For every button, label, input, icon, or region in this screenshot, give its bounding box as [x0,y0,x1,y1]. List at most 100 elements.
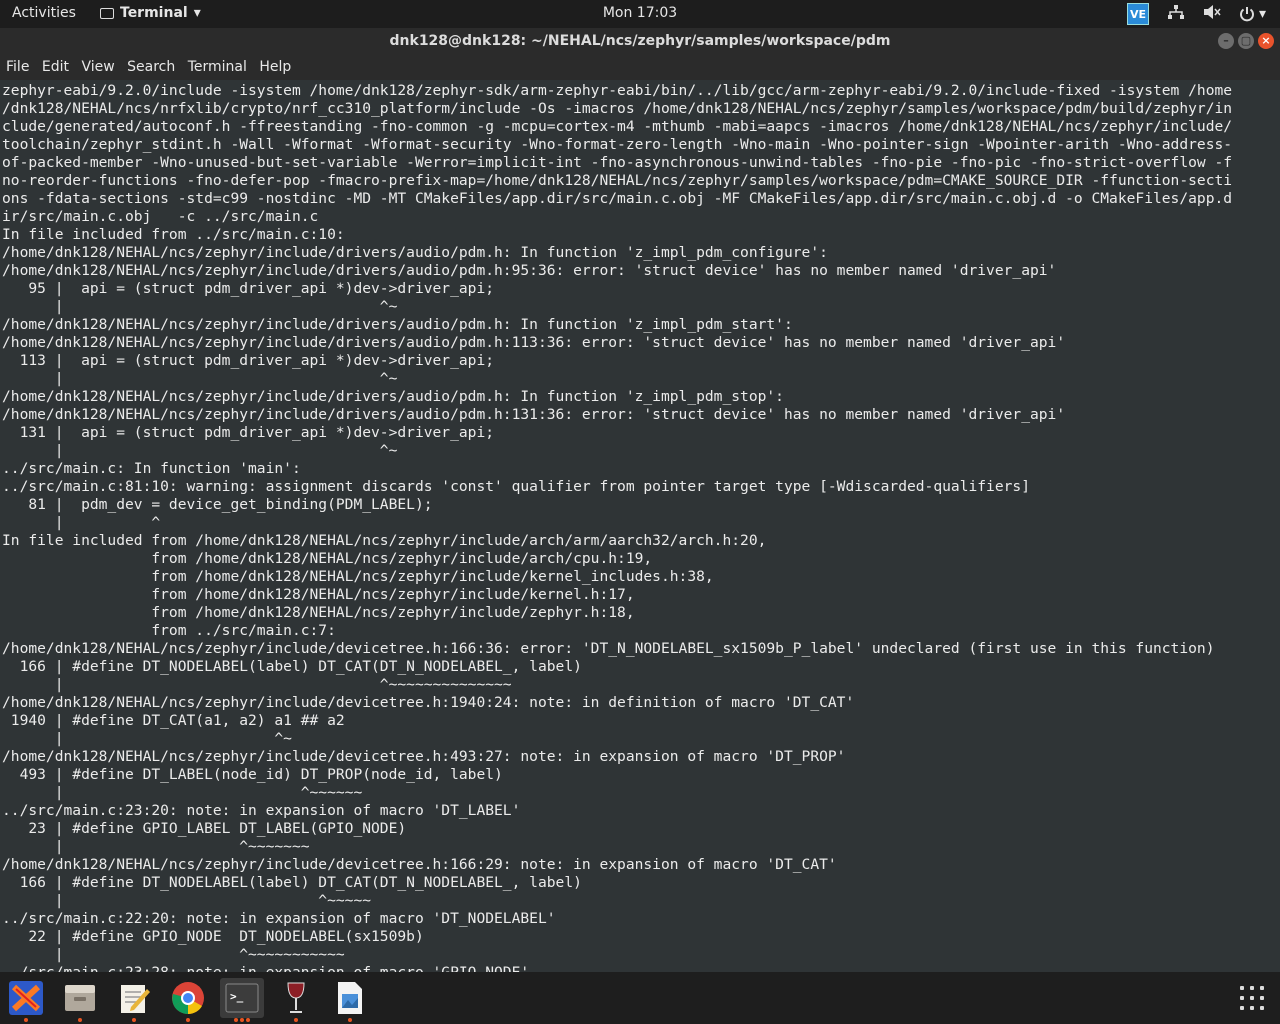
terminal-line: ../src/main.c:81:10: warning: assignment… [2,478,1030,495]
vpn-app-icon[interactable]: VE [1126,3,1149,25]
terminal-line: 166 | #define DT_NODELABEL(label) DT_CAT… [2,874,582,891]
running-indicator [132,1018,136,1022]
maximize-button[interactable]: ▢ [1238,33,1254,49]
terminal-line: clude/generated/autoconf.h -ffreestandin… [2,118,1233,135]
terminal-app-icon [100,7,114,19]
chevron-down-icon: ▾ [1258,6,1266,22]
terminal-line: /home/dnk128/NEHAL/ncs/zephyr/include/de… [2,694,855,711]
show-applications-icon[interactable] [1240,986,1264,1010]
terminal-line: 22 | #define GPIO_NODE DT_NODELABEL(sx15… [2,928,424,945]
terminal-line: /home/dnk128/NEHAL/ncs/zephyr/include/dr… [2,334,1066,351]
terminal-line: /home/dnk128/NEHAL/ncs/zephyr/include/de… [2,856,837,873]
terminal-line: | ^~~~~~~~ [2,838,310,855]
dock-app-text-editor[interactable] [114,978,154,1022]
terminal-line: of-packed-member -Wno-unused-but-set-var… [2,154,1233,171]
terminal-line: from /home/dnk128/NEHAL/ncs/zephyr/inclu… [2,586,635,603]
terminal-output[interactable]: zephyr-eabi/9.2.0/include -isystem /home… [0,80,1280,972]
terminal-line: ons -fdata-sections -std=c99 -nostdinc -… [2,190,1233,207]
terminal-line: | ^~ [2,370,398,387]
terminal-line: 113 | api = (struct pdm_driver_api *)dev… [2,352,495,369]
terminal-line: ir/src/main.c.obj -c ../src/main.c [2,208,319,225]
terminal-view[interactable]: zephyr-eabi/9.2.0/include -isystem /home… [0,80,1280,972]
terminal-line: | ^~~~~~~ [2,784,363,801]
terminal-line: | ^~~~~~~~~~~~ [2,946,345,963]
activities-button[interactable]: Activities [12,5,76,21]
close-button[interactable]: × [1258,33,1274,49]
dock-app-xampp[interactable] [6,978,46,1022]
dock-app-document-viewer[interactable] [330,978,370,1022]
running-indicator [234,1018,238,1022]
terminal-line: 166 | #define DT_NODELABEL(label) DT_CAT… [2,658,582,675]
dock-app-wine[interactable] [276,978,316,1022]
menu-view[interactable]: View [75,56,114,75]
menu-help[interactable]: Help [253,56,291,75]
terminal-line: | ^~~~~~~~~~~~~~~ [2,676,512,693]
terminal-line: /home/dnk128/NEHAL/ncs/zephyr/include/de… [2,640,1215,657]
terminal-line: 95 | api = (struct pdm_driver_api *)dev-… [2,280,495,297]
chevron-down-icon: ▾ [193,5,201,21]
network-icon[interactable] [1167,4,1185,24]
terminal-line: zephyr-eabi/9.2.0/include -isystem /home… [2,82,1233,99]
terminal-line: from /home/dnk128/NEHAL/ncs/zephyr/inclu… [2,550,653,567]
power-menu[interactable]: ▾ [1239,6,1266,22]
terminal-line: 81 | pdm_dev = device_get_binding(PDM_LA… [2,496,433,513]
dock-app-chrome[interactable] [168,978,208,1022]
terminal-line: /dnk128/NEHAL/ncs/nrfxlib/crypto/nrf_cc3… [2,100,1233,117]
document-viewer-icon [338,982,362,1014]
wine-icon [287,982,305,1013]
running-indicator [186,1018,190,1022]
menu-terminal[interactable]: Terminal [182,56,247,75]
running-indicator [348,1018,352,1022]
terminal-line: ../src/main.c: In function 'main': [2,460,301,477]
terminal-line: ../src/main.c:23:20: note: in expansion … [2,802,521,819]
dock: >_ [0,972,1280,1024]
app-menu-button[interactable]: Terminal ▾ [100,5,201,21]
terminal-line: In file included from /home/dnk128/NEHAL… [2,532,767,549]
power-icon [1239,7,1254,22]
running-indicator [294,1018,298,1022]
running-indicator [246,1018,250,1022]
terminal-prompt-glyph: >_ [230,990,244,1003]
xampp-icon [9,981,43,1015]
terminal-line: /home/dnk128/NEHAL/ncs/zephyr/include/dr… [2,406,1066,423]
terminal-line: from /home/dnk128/NEHAL/ncs/zephyr/inclu… [2,604,635,621]
terminal-line: toolchain/zephyr_stdint.h -Wall -Wformat… [2,136,1233,153]
clock[interactable]: Mon 17:03 [603,5,677,21]
file-manager-icon [65,985,95,1011]
chrome-icon [172,982,204,1015]
terminal-line: | ^~ [2,442,398,459]
terminal-line: 493 | #define DT_LABEL(node_id) DT_PROP(… [2,766,503,783]
minimize-button[interactable]: – [1218,33,1234,49]
running-indicator [78,1018,82,1022]
terminal-line: 131 | api = (struct pdm_driver_api *)dev… [2,424,495,441]
terminal-line: from ../src/main.c:7: [2,622,336,639]
terminal-line: /home/dnk128/NEHAL/ncs/zephyr/include/dr… [2,388,784,405]
terminal-line: ../src/main.c:23:28: note: in expansion … [2,964,529,972]
menu-bar: File Edit View Search Terminal Help [0,56,1280,80]
text-editor-icon [121,985,150,1013]
menu-edit[interactable]: Edit [36,56,69,75]
dock-app-files[interactable] [60,978,100,1022]
dock-app-terminal[interactable]: >_ [220,978,264,1022]
top-bar: Activities Terminal ▾ Mon 17:03 VE ▾ [0,0,1280,28]
terminal-line: 1940 | #define DT_CAT(a1, a2) a1 ## a2 [2,712,345,729]
terminal-line: /home/dnk128/NEHAL/ncs/zephyr/include/dr… [2,316,793,333]
window-titlebar[interactable]: dnk128@dnk128: ~/NEHAL/ncs/zephyr/sample… [0,28,1280,56]
terminal-line: /home/dnk128/NEHAL/ncs/zephyr/include/dr… [2,244,828,261]
terminal-line: | ^ [2,514,161,531]
terminal-line: | ^~ [2,730,292,747]
terminal-line: In file included from ../src/main.c:10: [2,226,345,243]
volume-muted-icon[interactable] [1203,4,1221,24]
system-tray: VE ▾ [1126,3,1266,25]
menu-file[interactable]: File [0,56,29,75]
running-indicator [240,1018,244,1022]
terminal-line: ../src/main.c:22:20: note: in expansion … [2,910,556,927]
menu-search[interactable]: Search [121,56,175,75]
window-title: dnk128@dnk128: ~/NEHAL/ncs/zephyr/sample… [389,33,891,49]
app-menu-label: Terminal [120,5,188,21]
terminal-line: /home/dnk128/NEHAL/ncs/zephyr/include/de… [2,748,846,765]
terminal-line: no-reorder-functions -fno-defer-pop -fma… [2,172,1233,189]
terminal-line: from /home/dnk128/NEHAL/ncs/zephyr/inclu… [2,568,714,585]
terminal-line: 23 | #define GPIO_LABEL DT_LABEL(GPIO_NO… [2,820,407,837]
terminal-line: | ^~ [2,298,398,315]
